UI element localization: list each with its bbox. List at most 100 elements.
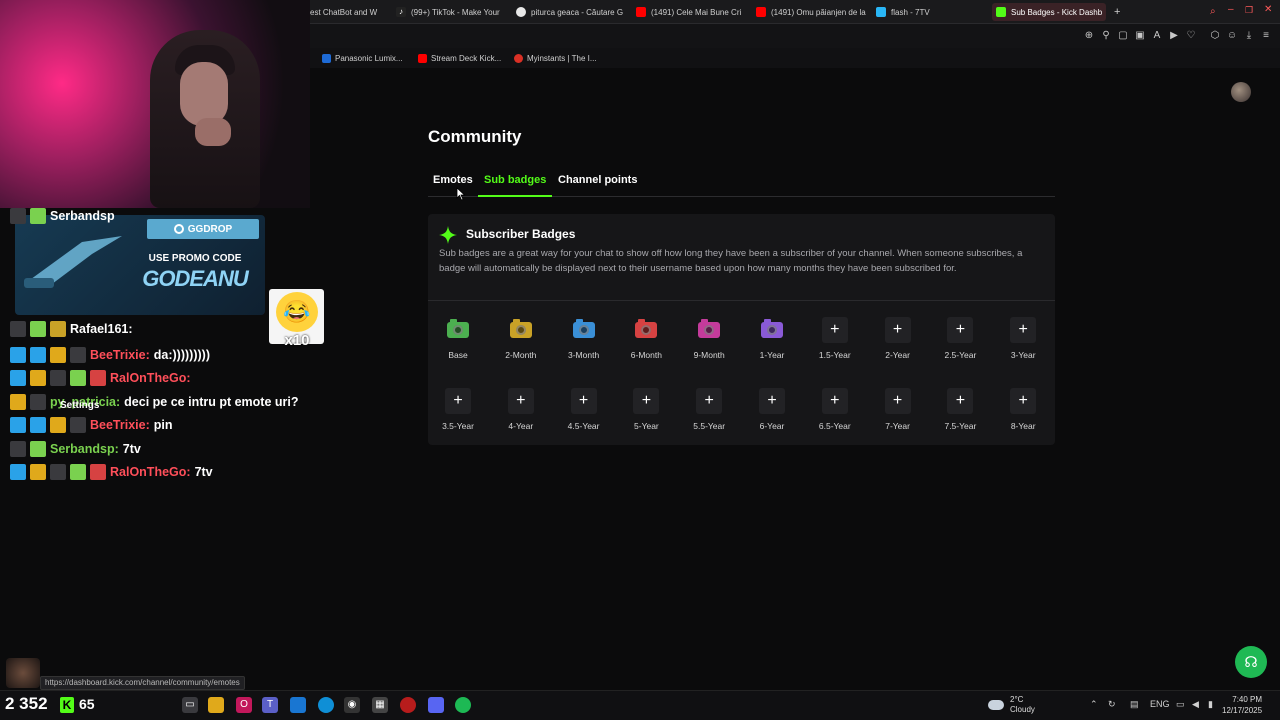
badge-7-5-year[interactable]: +7.5-Year <box>932 388 988 431</box>
streamer-face <box>180 62 228 126</box>
discord-icon[interactable] <box>428 697 444 713</box>
opera-gx-icon[interactable]: O <box>236 697 252 713</box>
badge-2-year[interactable]: +2-Year <box>870 317 926 360</box>
badge-label: 3-Month <box>568 350 600 360</box>
profile-icon[interactable]: ☺ <box>1226 30 1238 42</box>
tab-tiktok[interactable]: ♪ (99+) TikTok - Make Your <box>392 3 504 21</box>
chat-badge-icon <box>90 464 106 480</box>
chat-badge-icon <box>10 441 26 457</box>
tab-emotes[interactable]: Emotes <box>433 174 473 186</box>
chat-badge-icon <box>50 464 66 480</box>
tab-chatbot[interactable]: est ChatBot and W <box>306 3 386 21</box>
badge-4-year[interactable]: +4-Year <box>493 388 549 431</box>
badge-6-month[interactable]: 6-Month <box>618 317 674 360</box>
sync-icon[interactable]: ↻ <box>1108 699 1116 710</box>
badge-1-year[interactable]: 1-Year <box>744 317 800 360</box>
volume-icon[interactable]: ◀ <box>1192 699 1199 710</box>
chat-badge-icon <box>30 370 46 386</box>
plus-icon: + <box>759 388 785 414</box>
user-avatar[interactable] <box>1231 82 1251 102</box>
tab-sub-badges[interactable]: Sub Badges - Kick Dashb <box>992 3 1106 21</box>
language-indicator[interactable]: ENG <box>1150 699 1170 709</box>
mouse-cursor-icon <box>456 187 466 201</box>
badge-label: 8-Year <box>1010 421 1036 431</box>
maximize-icon[interactable]: ❐ <box>1245 5 1253 16</box>
tab-channel-points[interactable]: Channel points <box>558 174 637 186</box>
badge-4-5-year[interactable]: +4.5-Year <box>556 388 612 431</box>
chat-message: BeeTrixie: pin <box>10 416 173 434</box>
badge-5-5-year[interactable]: +5.5-Year <box>681 388 737 431</box>
badge-3-5-year[interactable]: +3.5-Year <box>430 388 486 431</box>
chrome-icon[interactable] <box>400 697 416 713</box>
screenshot-icon[interactable]: ▣ <box>1134 30 1146 42</box>
badge-base[interactable]: Base <box>430 317 486 360</box>
help-chat-button[interactable]: ☊ <box>1235 646 1267 678</box>
chat-username[interactable]: RalOnTheGo: <box>110 371 191 385</box>
obs-icon[interactable]: ◉ <box>344 697 360 713</box>
extensions-icon[interactable]: ⬡ <box>1209 30 1221 42</box>
pin-icon[interactable]: ⚲ <box>1100 30 1112 42</box>
network-icon[interactable]: ▤ <box>1130 699 1139 710</box>
youtube-icon <box>636 7 646 17</box>
chat-username[interactable]: Serbandsp: <box>50 442 119 456</box>
clock[interactable]: 7:40 PM 12/17/2025 <box>1222 694 1262 716</box>
play-icon[interactable]: ▶ <box>1168 30 1180 42</box>
chat-badge-icon <box>30 321 46 337</box>
badge-8-year[interactable]: +8-Year <box>995 388 1051 431</box>
translate-icon[interactable]: A <box>1151 30 1163 42</box>
outlook-icon[interactable] <box>290 697 306 713</box>
task-view-icon[interactable]: ▭ <box>182 697 198 713</box>
close-icon[interactable]: ✕ <box>1264 4 1272 15</box>
chevron-up-icon[interactable]: ⌃ <box>1090 699 1098 710</box>
download-icon[interactable]: ⤓ <box>1243 30 1255 42</box>
card-title: Subscriber Badges <box>466 227 576 241</box>
kick-icon <box>996 7 1006 17</box>
kick-count: 65 <box>79 696 95 712</box>
weather-widget[interactable]: 2°C Cloudy <box>988 695 1035 715</box>
store-icon[interactable]: ▦ <box>372 697 388 713</box>
battery-icon[interactable]: ▮ <box>1208 699 1213 710</box>
tab-google[interactable]: piturca geaca - Căutare G <box>512 3 626 21</box>
badge-7-year[interactable]: +7-Year <box>870 388 926 431</box>
tab-sub-badges-page[interactable]: Sub badges <box>484 174 546 186</box>
badge-label: 6.5-Year <box>818 421 851 431</box>
chat-username[interactable]: RalOnTheGo: <box>110 465 191 479</box>
chat-username[interactable]: BeeTrixie: <box>90 418 150 432</box>
tab-youtube-1[interactable]: (1491) Cele Mai Bune Cri <box>632 3 746 21</box>
bookmark-stream-deck[interactable]: Stream Deck Kick... <box>418 52 501 64</box>
crop-icon[interactable]: ▢ <box>1117 30 1129 42</box>
chat-username[interactable]: Rafael161: <box>70 322 133 336</box>
badge-2-5-year[interactable]: +2.5-Year <box>932 317 988 360</box>
chat-badge-icon <box>10 370 26 386</box>
chat-badge-icon <box>30 208 46 224</box>
badge-5-year[interactable]: +5-Year <box>618 388 674 431</box>
badge-1-5-year[interactable]: +1.5-Year <box>807 317 863 360</box>
card-divider <box>428 300 1055 301</box>
teams-icon[interactable]: T <box>262 697 278 713</box>
badge-3-year[interactable]: +3-Year <box>995 317 1051 360</box>
edge-icon[interactable] <box>318 697 334 713</box>
chat-username[interactable]: Serbandsp <box>50 209 115 223</box>
search-icon[interactable]: ⌕ <box>1210 6 1216 17</box>
new-tab-button[interactable]: + <box>1110 3 1126 21</box>
tab-youtube-2[interactable]: (1491) Omu păianjen de la <box>752 3 866 21</box>
badge-6-5-year[interactable]: +6.5-Year <box>807 388 863 431</box>
minimize-icon[interactable]: – <box>1228 4 1234 15</box>
spotify-icon[interactable] <box>455 697 471 713</box>
badge-9-month[interactable]: 9-Month <box>681 317 737 360</box>
heart-icon[interactable]: ♡ <box>1185 30 1197 42</box>
bookmark-myinstants[interactable]: Myinstants | The I... <box>514 52 597 64</box>
badge-6-year[interactable]: +6-Year <box>744 388 800 431</box>
menu-icon[interactable]: ≡ <box>1260 30 1272 42</box>
plus-icon: + <box>947 388 974 414</box>
chat-username[interactable]: BeeTrixie: <box>90 348 150 362</box>
tab-7tv[interactable]: flash - 7TV <box>872 3 972 21</box>
file-explorer-icon[interactable] <box>208 697 224 713</box>
badge-label: 2-Year <box>885 350 910 360</box>
emote-multiplier: x10 <box>284 332 310 349</box>
bookmark-panasonic[interactable]: Panasonic Lumix... <box>322 52 403 64</box>
badge-3-month[interactable]: 3-Month <box>556 317 612 360</box>
badge-2-month[interactable]: 2-Month <box>493 317 549 360</box>
monitor-icon[interactable]: ▭ <box>1176 699 1185 710</box>
zoom-icon[interactable]: ⊕ <box>1083 30 1095 42</box>
